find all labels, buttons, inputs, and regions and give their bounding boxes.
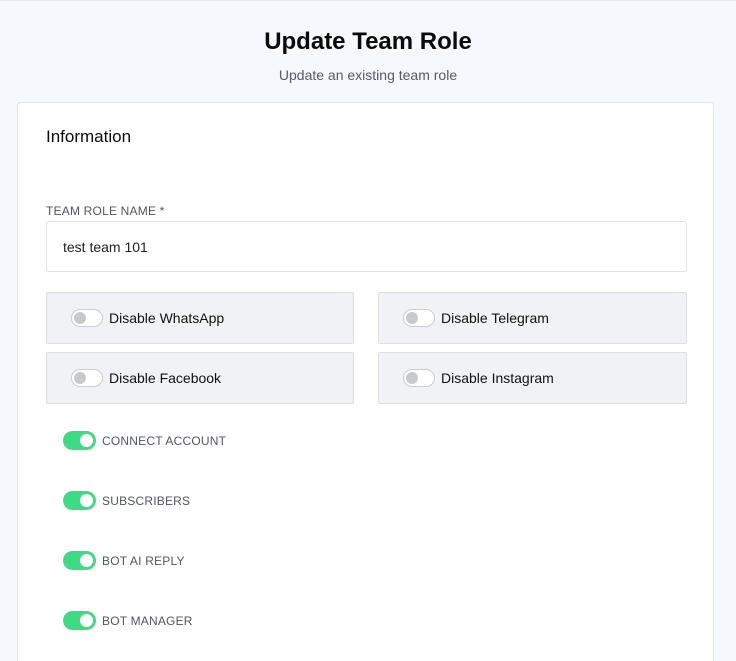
bot-manager-toggle[interactable]: [63, 611, 96, 630]
page-title: Update Team Role: [264, 28, 472, 55]
information-card: Information TEAM ROLE NAME * Disable Wha…: [17, 102, 714, 661]
permission-bot-manager[interactable]: BOT MANAGER: [63, 611, 193, 630]
disable-facebook-toggle[interactable]: [71, 369, 103, 387]
team-role-name-label: TEAM ROLE NAME *: [46, 204, 165, 218]
disable-whatsapp-option[interactable]: Disable WhatsApp: [46, 292, 354, 344]
toggle-knob: [74, 312, 86, 324]
bot-manager-label: BOT MANAGER: [102, 613, 193, 628]
section-title: Information: [46, 127, 132, 146]
toggle-knob: [406, 312, 418, 324]
toggle-knob: [74, 372, 86, 384]
disable-facebook-option[interactable]: Disable Facebook: [46, 352, 354, 404]
permission-connect-account[interactable]: CONNECT ACCOUNT: [63, 431, 226, 450]
subscribers-label: SUBSCRIBERS: [102, 493, 191, 508]
toggle-knob: [80, 494, 93, 507]
update-team-role-page: Update Team Role Update an existing team…: [0, 0, 736, 661]
toggle-knob: [406, 372, 418, 384]
disable-instagram-label: Disable Instagram: [441, 370, 554, 386]
disable-instagram-toggle[interactable]: [403, 369, 435, 387]
connect-account-label: CONNECT ACCOUNT: [102, 433, 227, 448]
permission-bot-ai-reply[interactable]: BOT AI REPLY: [63, 551, 185, 570]
toggle-knob: [80, 614, 93, 627]
disable-whatsapp-label: Disable WhatsApp: [109, 310, 225, 326]
disable-whatsapp-toggle[interactable]: [71, 309, 103, 327]
bot-ai-reply-toggle[interactable]: [63, 551, 96, 570]
page-header: Update Team Role Update an existing team…: [0, 1, 736, 84]
team-role-name-input[interactable]: [46, 221, 687, 272]
connect-account-toggle[interactable]: [63, 431, 96, 450]
disable-telegram-label: Disable Telegram: [441, 310, 549, 326]
disable-instagram-option[interactable]: Disable Instagram: [378, 352, 687, 404]
disable-telegram-toggle[interactable]: [403, 309, 435, 327]
bot-ai-reply-label: BOT AI REPLY: [102, 553, 185, 568]
disable-facebook-label: Disable Facebook: [109, 370, 222, 386]
toggle-knob: [80, 434, 93, 447]
toggle-knob: [80, 554, 93, 567]
permission-subscribers[interactable]: SUBSCRIBERS: [63, 491, 190, 510]
subscribers-toggle[interactable]: [63, 491, 96, 510]
page-subtitle: Update an existing team role: [278, 67, 458, 83]
disable-telegram-option[interactable]: Disable Telegram: [378, 292, 687, 344]
